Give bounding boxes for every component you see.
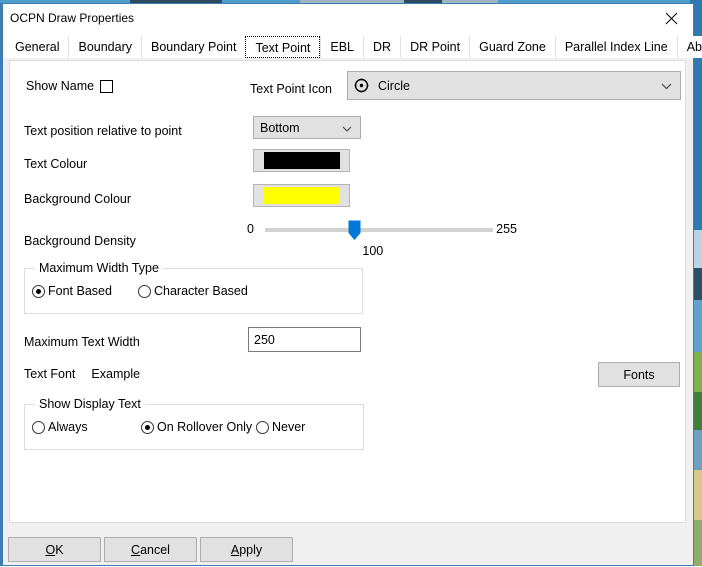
ocpn-draw-properties-dialog: OCPN Draw Properties General Boundary Bo… xyxy=(0,3,702,567)
tab-general[interactable]: General xyxy=(6,36,69,58)
apply-button-mnemonic: A xyxy=(230,542,240,557)
slider-max-label: 255 xyxy=(496,222,517,236)
ok-button-mnemonic: O xyxy=(45,542,56,557)
cancel-button-mnemonic: C xyxy=(131,542,141,557)
text-colour-button[interactable] xyxy=(253,149,350,172)
tab-guard-zone[interactable]: Guard Zone xyxy=(469,36,555,58)
text-point-icon-label-wrap: Text Point Icon xyxy=(250,80,332,98)
text-font-row: Text Font Example xyxy=(24,367,140,381)
maximum-text-width-input[interactable]: 250 xyxy=(248,327,361,352)
tab-boundary[interactable]: Boundary xyxy=(68,36,141,58)
radio-character-based-label: Character Based xyxy=(154,284,248,298)
ok-button-label: K xyxy=(55,542,64,557)
show-name-row: Show Name xyxy=(26,79,114,93)
radio-font-based-indicator xyxy=(32,284,45,298)
tab-ebl[interactable]: EBL xyxy=(320,36,364,58)
radio-never-indicator xyxy=(256,420,269,434)
titlebar: OCPN Draw Properties xyxy=(3,4,693,32)
text-font-label: Text Font xyxy=(24,367,76,381)
text-point-icon-value: Circle xyxy=(378,78,410,93)
background-colour-label: Background Colour xyxy=(24,192,132,206)
text-point-page: Show Name Text Point Icon Circle Text po… xyxy=(9,60,686,523)
background-density-label: Background Density xyxy=(24,234,136,248)
radio-font-based[interactable]: Font Based xyxy=(32,284,112,298)
text-position-combobox[interactable]: Bottom xyxy=(253,116,361,139)
radio-character-based-indicator xyxy=(138,284,151,298)
text-colour-label: Text Colour xyxy=(24,157,88,171)
radio-on-rollover-only[interactable]: On Rollover Only xyxy=(141,420,252,434)
dialog-footer: OK Cancel Apply xyxy=(3,532,693,567)
radio-on-rollover-only-indicator xyxy=(141,420,154,434)
radio-never-label: Never xyxy=(272,420,306,434)
tab-dr[interactable]: DR xyxy=(363,36,401,58)
radio-always[interactable]: Always xyxy=(32,420,88,434)
tab-text-point[interactable]: Text Point xyxy=(245,36,321,58)
background-density-label-wrap: Background Density xyxy=(24,232,136,250)
slider-min-label: 0 xyxy=(247,222,254,236)
ok-button[interactable]: OK xyxy=(8,537,101,562)
maximum-width-type-group: Maximum Width Type Font Based Character … xyxy=(24,261,363,314)
radio-character-based[interactable]: Character Based xyxy=(138,284,248,298)
text-position-value: Bottom xyxy=(260,120,300,135)
close-glyph xyxy=(665,12,677,24)
tab-about[interactable]: About xyxy=(676,36,702,58)
cancel-button-label: ancel xyxy=(140,542,170,557)
tab-dr-point[interactable]: DR Point xyxy=(400,36,470,58)
background-density-slider[interactable]: 0 255 100 xyxy=(247,219,517,261)
show-display-text-legend: Show Display Text xyxy=(35,397,145,411)
background-colour-label-wrap: Background Colour xyxy=(24,190,131,208)
text-colour-label-wrap: Text Colour xyxy=(24,155,87,173)
apply-button[interactable]: Apply xyxy=(200,537,293,562)
radio-never[interactable]: Never xyxy=(256,420,305,434)
tab-strip: General Boundary Boundary Point Text Poi… xyxy=(3,32,702,58)
chevron-down-icon xyxy=(661,79,672,93)
maximum-text-width-label: Maximum Text Width xyxy=(24,335,140,349)
show-name-label: Show Name xyxy=(26,79,95,93)
radio-always-label: Always xyxy=(48,420,88,434)
text-font-example: Example xyxy=(91,367,141,381)
text-point-icon-label: Text Point Icon xyxy=(250,82,332,96)
text-colour-swatch xyxy=(263,152,340,169)
tab-boundary-point[interactable]: Boundary Point xyxy=(141,36,246,58)
show-display-text-group: Show Display Text Always On Rollover Onl… xyxy=(24,397,364,450)
text-position-label-wrap: Text position relative to point xyxy=(24,122,182,140)
cancel-button[interactable]: Cancel xyxy=(104,537,197,562)
fonts-button-label: Fonts xyxy=(623,367,655,382)
apply-button-label: pply xyxy=(239,542,263,557)
radio-on-rollover-only-label: On Rollover Only xyxy=(157,420,253,434)
show-name-checkbox[interactable] xyxy=(100,79,114,93)
background-colour-button[interactable] xyxy=(253,184,350,207)
close-icon[interactable] xyxy=(649,4,693,32)
tab-parallel-index-line[interactable]: Parallel Index Line xyxy=(554,36,677,58)
text-position-label: Text position relative to point xyxy=(24,124,182,138)
text-point-icon-combobox[interactable]: Circle xyxy=(347,71,681,100)
background-colour-swatch xyxy=(263,187,340,204)
maximum-width-type-legend: Maximum Width Type xyxy=(35,261,163,275)
maximum-text-width-label-wrap: Maximum Text Width xyxy=(24,333,140,351)
window-title: OCPN Draw Properties xyxy=(10,11,135,25)
circle-dot-icon xyxy=(354,78,369,93)
chevron-down-icon xyxy=(342,121,352,135)
radio-always-indicator xyxy=(32,420,45,434)
slider-value-label: 100 xyxy=(362,244,384,258)
radio-font-based-label: Font Based xyxy=(48,284,112,298)
slider-thumb[interactable] xyxy=(348,220,361,241)
maximum-text-width-value: 250 xyxy=(254,332,275,347)
slider-track[interactable] xyxy=(265,228,493,232)
fonts-button[interactable]: Fonts xyxy=(598,362,680,387)
